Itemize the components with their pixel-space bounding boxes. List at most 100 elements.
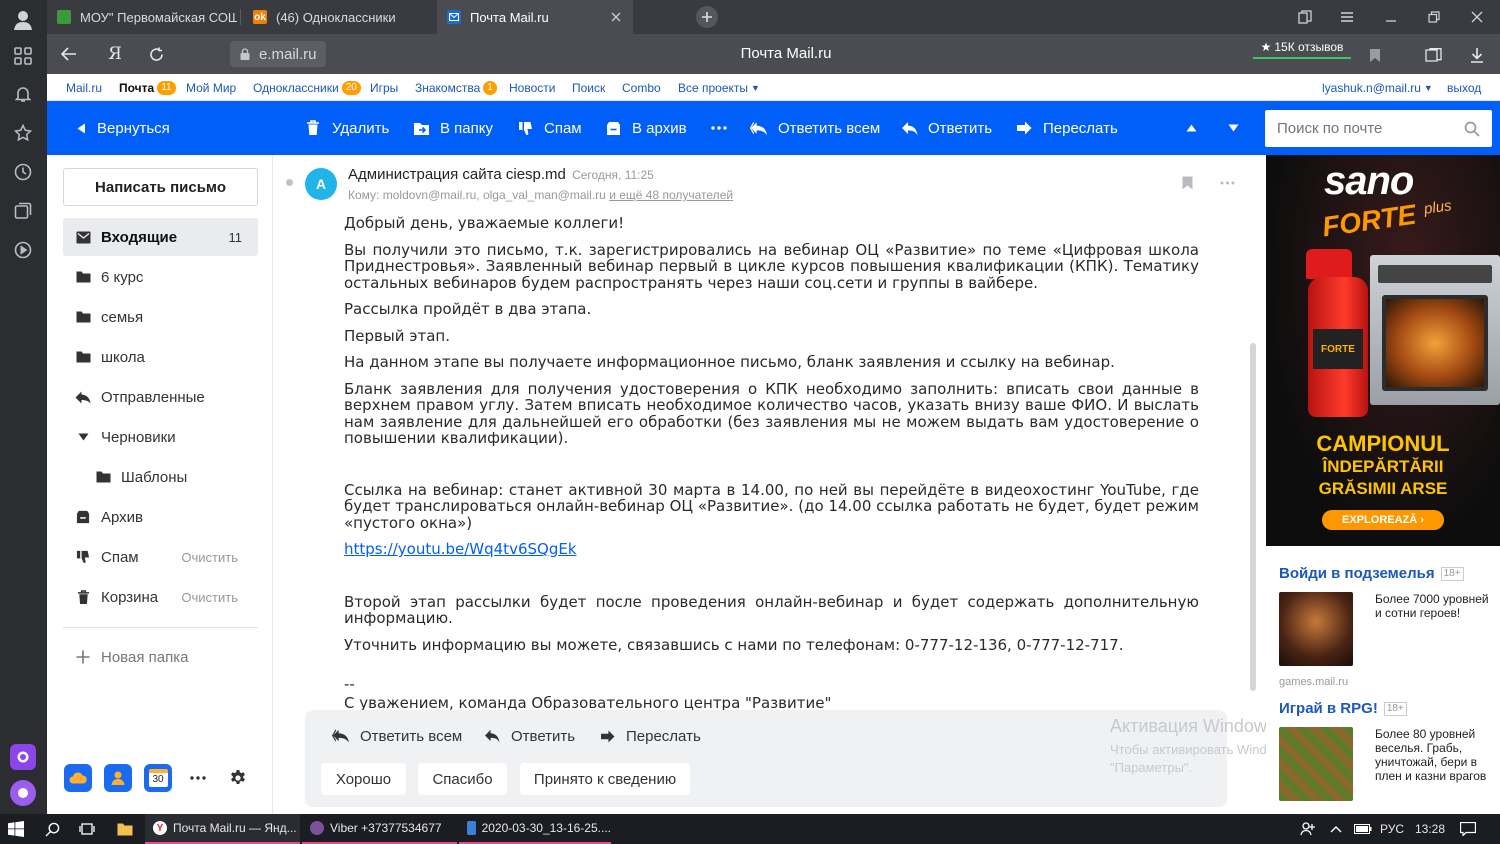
battery-icon[interactable] [1354, 814, 1372, 844]
more-actions-button[interactable] [710, 101, 728, 155]
search-icon[interactable] [1463, 120, 1480, 137]
folder-trash[interactable]: Корзина Очистить [63, 578, 258, 616]
user-menu[interactable]: lyashuk.n@mail.ru ▼ [1322, 81, 1433, 95]
taskbar-app-label: Viber +37377534677 [330, 821, 442, 835]
clear-trash-link[interactable]: Очистить [181, 590, 238, 605]
portal-link-dating[interactable]: Знакомства 1 [415, 81, 497, 95]
folder-inbox[interactable]: Входящие 11 [63, 218, 258, 256]
restore-icon[interactable] [1425, 8, 1443, 26]
portal-link-search[interactable]: Поиск [572, 81, 605, 95]
delete-button[interactable]: Удалить [304, 101, 389, 155]
menu-icon[interactable] [1338, 8, 1356, 26]
more-recipients-link[interactable]: и ещё 48 получателей [609, 188, 733, 202]
settings-gear-icon[interactable] [224, 764, 252, 792]
quick-reply-good[interactable]: Хорошо [321, 763, 406, 795]
reading-list-icon[interactable] [1423, 45, 1443, 65]
profile-icon[interactable] [11, 8, 35, 32]
flag-bookmark-icon[interactable] [1180, 175, 1194, 191]
tab-mail[interactable]: Почта Mail.ru [437, 0, 633, 34]
tray-expand-chevron-icon[interactable] [1330, 814, 1342, 844]
taskbar-app-browser[interactable]: Y Почта Mail.ru — Янд... [145, 814, 300, 844]
portal-link-mailru[interactable]: Mail.ru [66, 81, 102, 95]
close-window-icon[interactable] [1468, 8, 1486, 26]
folder-archive[interactable]: Архив [63, 498, 258, 536]
reviews-badge[interactable]: ★ 15К отзывов [1253, 37, 1351, 59]
assistant-icon[interactable] [10, 780, 36, 806]
scrollbar[interactable] [1250, 343, 1256, 691]
folder-school[interactable]: школа [63, 338, 258, 376]
star-icon[interactable] [11, 121, 35, 145]
ad-title-dungeon[interactable]: Войди в подземелья 18+ [1279, 565, 1464, 582]
folder-drafts[interactable]: Черновики [63, 418, 258, 456]
folder-6-kurs[interactable]: 6 курс [63, 258, 258, 296]
youtube-link[interactable]: https://youtu.be/Wq4tv6SQgEk [344, 540, 577, 558]
alice-icon[interactable] [10, 744, 36, 770]
apps-grid-icon[interactable] [11, 44, 35, 68]
collections-icon[interactable] [11, 199, 35, 223]
cloud-icon[interactable] [64, 764, 92, 792]
calendar-icon[interactable]: 30 [144, 764, 172, 792]
tabs-sync-icon[interactable] [1296, 8, 1314, 26]
clock[interactable]: 13:28 [1415, 814, 1445, 844]
folder-family[interactable]: семья [63, 298, 258, 336]
search-input[interactable] [1265, 110, 1455, 147]
history-icon[interactable] [11, 160, 35, 184]
close-tab-icon[interactable] [609, 10, 623, 24]
taskbar-app-viber[interactable]: Viber +37377534677 [302, 814, 457, 844]
forward-button[interactable]: Переслать [598, 721, 701, 751]
reply-button[interactable]: Ответить [900, 101, 992, 155]
folder-sent[interactable]: Отправленные [63, 378, 258, 416]
video-icon[interactable] [11, 238, 35, 262]
more-apps-icon[interactable] [184, 764, 212, 792]
message-more-icon[interactable] [1218, 175, 1236, 191]
taskbar-app-image[interactable]: 2020-03-30_13-16-25.... [459, 814, 611, 844]
search-icon[interactable] [45, 814, 63, 844]
reply-button[interactable]: Ответить [483, 721, 575, 751]
task-view-icon[interactable] [79, 814, 97, 844]
file-explorer-icon[interactable] [117, 814, 135, 844]
portal-link-games[interactable]: Игры [370, 81, 398, 95]
portal-link-odnoklassniki[interactable]: Одноклассники 20 [253, 81, 361, 95]
download-icon[interactable] [1467, 45, 1487, 65]
bell-icon[interactable] [11, 82, 35, 106]
portal-link-news[interactable]: Новости [509, 81, 555, 95]
contacts-icon[interactable] [104, 764, 132, 792]
sender-name[interactable]: Администрация сайта ciesp.md [348, 166, 566, 183]
people-icon[interactable] [1300, 814, 1316, 844]
portal-link-combo[interactable]: Combo [622, 81, 661, 95]
logout-link[interactable]: выход [1447, 81, 1481, 95]
forward-button[interactable]: Переслать [1015, 101, 1118, 155]
language-indicator[interactable]: РУС [1380, 814, 1404, 844]
tab-school[interactable]: МОУ" Первомайская СОШ [47, 0, 237, 34]
bookmark-icon[interactable] [1365, 45, 1385, 65]
rpg-ad-image[interactable] [1279, 727, 1353, 801]
portal-link-all-projects[interactable]: Все проекты ▼ [678, 81, 760, 95]
compose-button[interactable]: Написать письмо [63, 168, 258, 206]
reply-all-button[interactable]: Ответить всем [332, 721, 462, 751]
folder-templates[interactable]: Шаблоны [83, 458, 258, 496]
reply-all-button[interactable]: Ответить всем [750, 101, 880, 155]
prev-message-button[interactable] [1182, 101, 1200, 155]
minimize-icon[interactable] [1382, 8, 1400, 26]
folder-spam[interactable]: Спам Очистить [63, 538, 258, 576]
sano-banner[interactable]: sano FORTE plus FORTE CAMPIONUL ÎNDEPĂRT… [1266, 155, 1500, 546]
archive-button[interactable]: В архив [604, 101, 687, 155]
banner-cta-button[interactable]: EXPLOREAZĂ › [1322, 510, 1444, 530]
new-tab-plus-icon[interactable] [696, 6, 718, 28]
notifications-icon[interactable] [1460, 814, 1476, 844]
tab-odnoklassniki[interactable]: ok (46) Одноклассники [243, 0, 433, 34]
spam-button[interactable]: Спам [516, 101, 582, 155]
portal-link-pochta[interactable]: Почта 11 [119, 81, 176, 95]
next-message-button[interactable] [1224, 101, 1242, 155]
back-button[interactable]: Вернуться [75, 101, 170, 155]
quick-reply-noted[interactable]: Принято к сведению [520, 763, 690, 795]
read-status-dot[interactable] [286, 179, 293, 186]
clear-spam-link[interactable]: Очистить [181, 550, 238, 565]
quick-reply-thanks[interactable]: Спасибо [418, 763, 507, 795]
ad-title-rpg[interactable]: Играй в RPG! 18+ [1279, 700, 1407, 717]
move-to-folder-button[interactable]: В папку [412, 101, 493, 155]
new-folder-button[interactable]: Новая папка [63, 638, 258, 676]
portal-link-moy-mir[interactable]: Мой Мир [186, 81, 236, 95]
windows-start-icon[interactable] [8, 814, 28, 844]
dungeon-ad-image[interactable] [1279, 592, 1353, 666]
